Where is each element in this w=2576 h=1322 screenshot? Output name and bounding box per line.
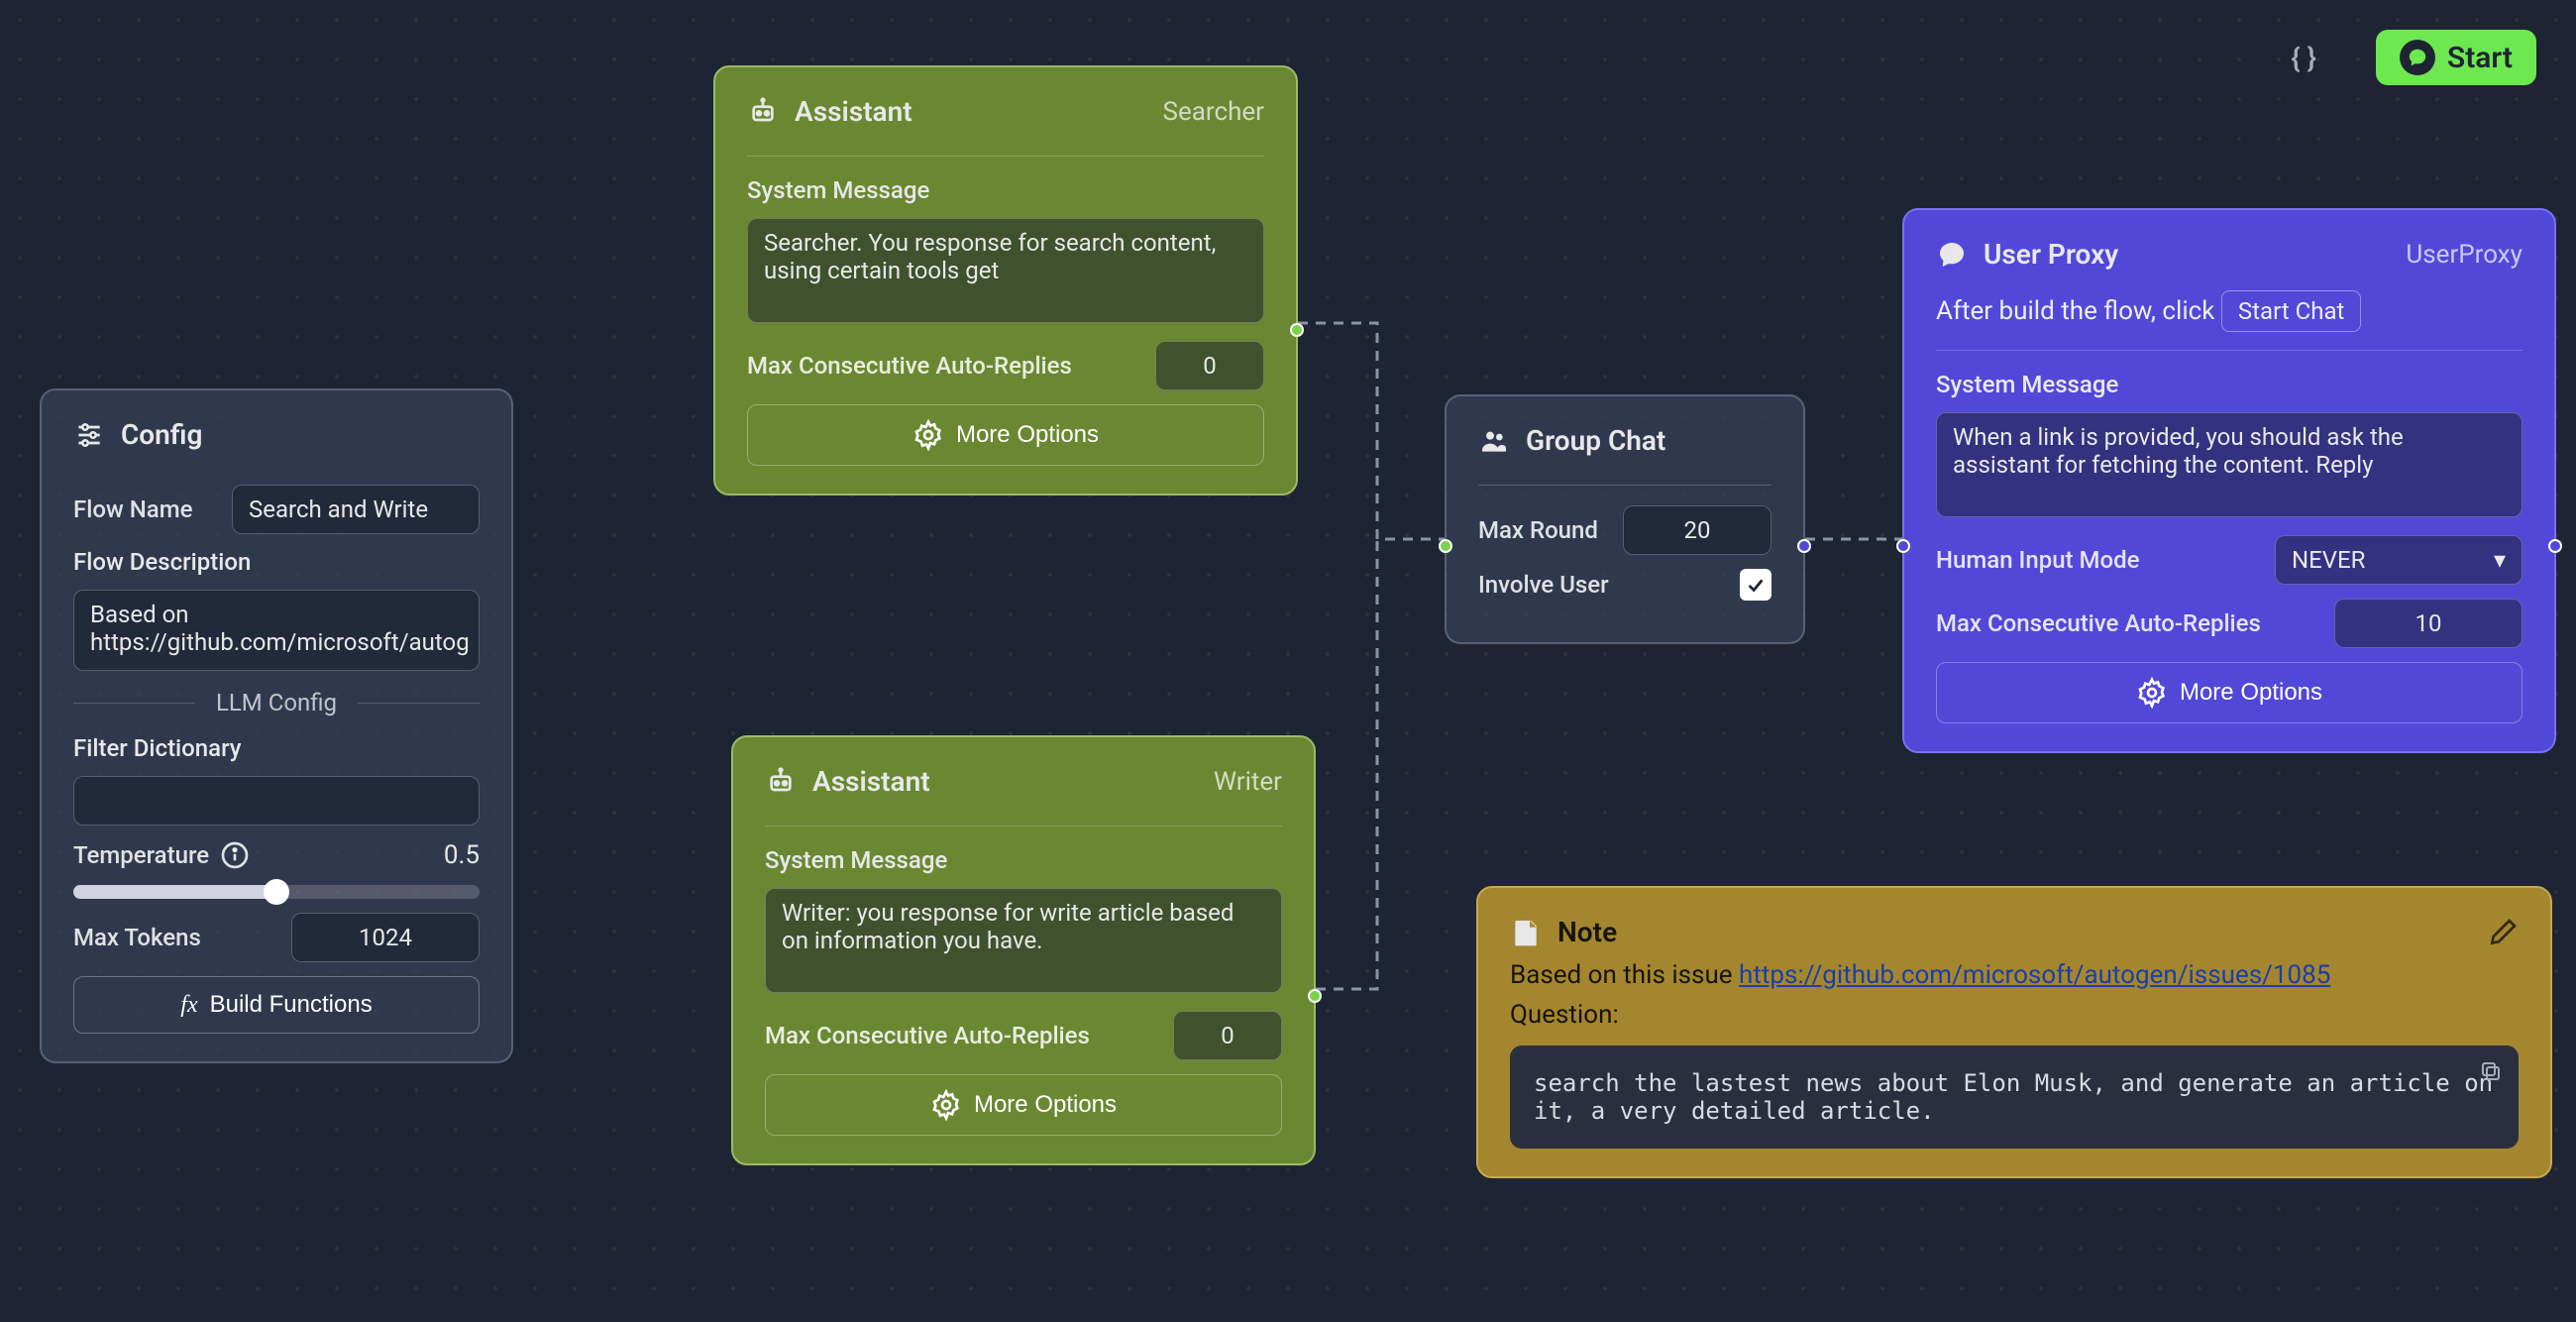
- note-question-label: Question:: [1510, 1000, 2519, 1030]
- robot-icon: [747, 96, 779, 128]
- hint-text: After build the flow, click: [1936, 296, 2214, 326]
- system-message-input[interactable]: Writer: you response for write article b…: [765, 888, 1282, 993]
- gear-icon: [2136, 677, 2168, 709]
- assistant-node-searcher: Assistant Searcher System Message Search…: [713, 65, 1298, 496]
- info-icon[interactable]: [219, 839, 251, 871]
- max-round-input[interactable]: 20: [1623, 505, 1771, 555]
- json-icon[interactable]: { }: [2291, 42, 2316, 74]
- assistant-name: Writer: [1214, 767, 1282, 797]
- human-input-mode-value: NEVER: [2292, 546, 2365, 574]
- filter-dictionary-input[interactable]: [73, 776, 480, 826]
- userproxy-node: User Proxy UserProxy After build the flo…: [1902, 208, 2556, 753]
- note-node: Note Based on this issue https://github.…: [1476, 886, 2552, 1178]
- start-button-label: Start: [2447, 41, 2513, 75]
- filter-dictionary-label: Filter Dictionary: [73, 734, 480, 762]
- max-auto-replies-input[interactable]: 10: [2334, 599, 2522, 648]
- people-icon: [1478, 425, 1510, 457]
- system-message-label: System Message: [765, 846, 1282, 874]
- temperature-slider[interactable]: [73, 885, 480, 899]
- note-link[interactable]: https://github.com/microsoft/autogen/iss…: [1739, 960, 2330, 990]
- assistant-title: Assistant: [812, 765, 930, 798]
- more-options-button[interactable]: More Options: [1936, 662, 2522, 723]
- flow-name-label: Flow Name: [73, 496, 192, 523]
- human-input-mode-select[interactable]: NEVER ▾: [2275, 535, 2522, 585]
- userproxy-name: UserProxy: [2406, 240, 2522, 270]
- note-code-block: search the lastest news about Elon Musk,…: [1510, 1046, 2519, 1149]
- assistant-node-writer: Assistant Writer System Message Writer: …: [731, 735, 1316, 1165]
- max-auto-replies-input[interactable]: 0: [1173, 1011, 1282, 1060]
- temperature-label: Temperature: [73, 841, 209, 869]
- start-chat-chip[interactable]: Start Chat: [2221, 290, 2361, 332]
- note-title: Note: [1557, 916, 1617, 948]
- max-round-label: Max Round: [1478, 516, 1598, 544]
- pencil-icon[interactable]: [2487, 917, 2519, 948]
- max-auto-replies-label: Max Consecutive Auto-Replies: [747, 352, 1072, 380]
- system-message-input[interactable]: When a link is provided, you should ask …: [1936, 412, 2522, 517]
- flow-name-input[interactable]: Search and Write: [232, 485, 480, 534]
- more-options-label: More Options: [956, 421, 1099, 449]
- build-functions-button[interactable]: fx Build Functions: [73, 976, 480, 1034]
- output-port[interactable]: [1308, 989, 1322, 1003]
- max-auto-replies-label: Max Consecutive Auto-Replies: [765, 1022, 1090, 1049]
- gear-icon: [930, 1089, 962, 1121]
- more-options-button[interactable]: More Options: [747, 404, 1264, 466]
- assistant-name: Searcher: [1163, 97, 1264, 127]
- note-code: search the lastest news about Elon Musk,…: [1534, 1069, 2493, 1125]
- output-port[interactable]: [1797, 539, 1811, 553]
- flow-description-input[interactable]: Based on https://github.com/microsoft/au…: [73, 590, 480, 671]
- output-port[interactable]: [1290, 323, 1304, 337]
- config-title: Config: [121, 418, 202, 451]
- max-auto-replies-label: Max Consecutive Auto-Replies: [1936, 609, 2261, 637]
- flow-description-label: Flow Description: [73, 548, 480, 576]
- gear-icon: [912, 419, 944, 451]
- chevron-down-icon: ▾: [2494, 546, 2506, 574]
- system-message-label: System Message: [1936, 371, 2522, 398]
- note-icon: [1510, 917, 1542, 948]
- system-message-label: System Message: [747, 176, 1264, 204]
- assistant-title: Assistant: [795, 95, 912, 128]
- max-tokens-label: Max Tokens: [73, 924, 201, 951]
- chat-bubble-icon: [2400, 40, 2435, 75]
- temperature-value: 0.5: [444, 840, 480, 870]
- groupchat-node: Group Chat Max Round 20 Involve User: [1445, 394, 1805, 644]
- chat-icon: [1936, 239, 1968, 271]
- involve-user-label: Involve User: [1478, 571, 1609, 599]
- note-prefix: Based on this issue: [1510, 960, 1739, 990]
- input-port[interactable]: [1439, 539, 1452, 553]
- robot-icon: [765, 766, 797, 798]
- system-message-input[interactable]: Searcher. You response for search conten…: [747, 218, 1264, 323]
- build-functions-label: Build Functions: [210, 991, 373, 1019]
- input-port[interactable]: [1896, 539, 1910, 553]
- max-tokens-input[interactable]: 1024: [291, 913, 480, 962]
- userproxy-title: User Proxy: [1984, 238, 2118, 271]
- more-options-label: More Options: [974, 1091, 1117, 1119]
- output-port[interactable]: [2548, 539, 2562, 553]
- config-node: Config Flow Name Search and Write Flow D…: [40, 388, 513, 1063]
- settings-icon: [73, 419, 105, 451]
- start-button[interactable]: Start: [2376, 30, 2536, 85]
- copy-icon[interactable]: [2479, 1059, 2503, 1089]
- more-options-label: More Options: [2180, 679, 2322, 707]
- function-icon: fx: [180, 992, 197, 1019]
- involve-user-checkbox[interactable]: [1740, 569, 1771, 601]
- max-auto-replies-input[interactable]: 0: [1155, 341, 1264, 390]
- human-input-mode-label: Human Input Mode: [1936, 546, 2139, 574]
- groupchat-title: Group Chat: [1526, 424, 1665, 457]
- llm-config-divider: LLM Config: [73, 689, 480, 716]
- more-options-button[interactable]: More Options: [765, 1074, 1282, 1136]
